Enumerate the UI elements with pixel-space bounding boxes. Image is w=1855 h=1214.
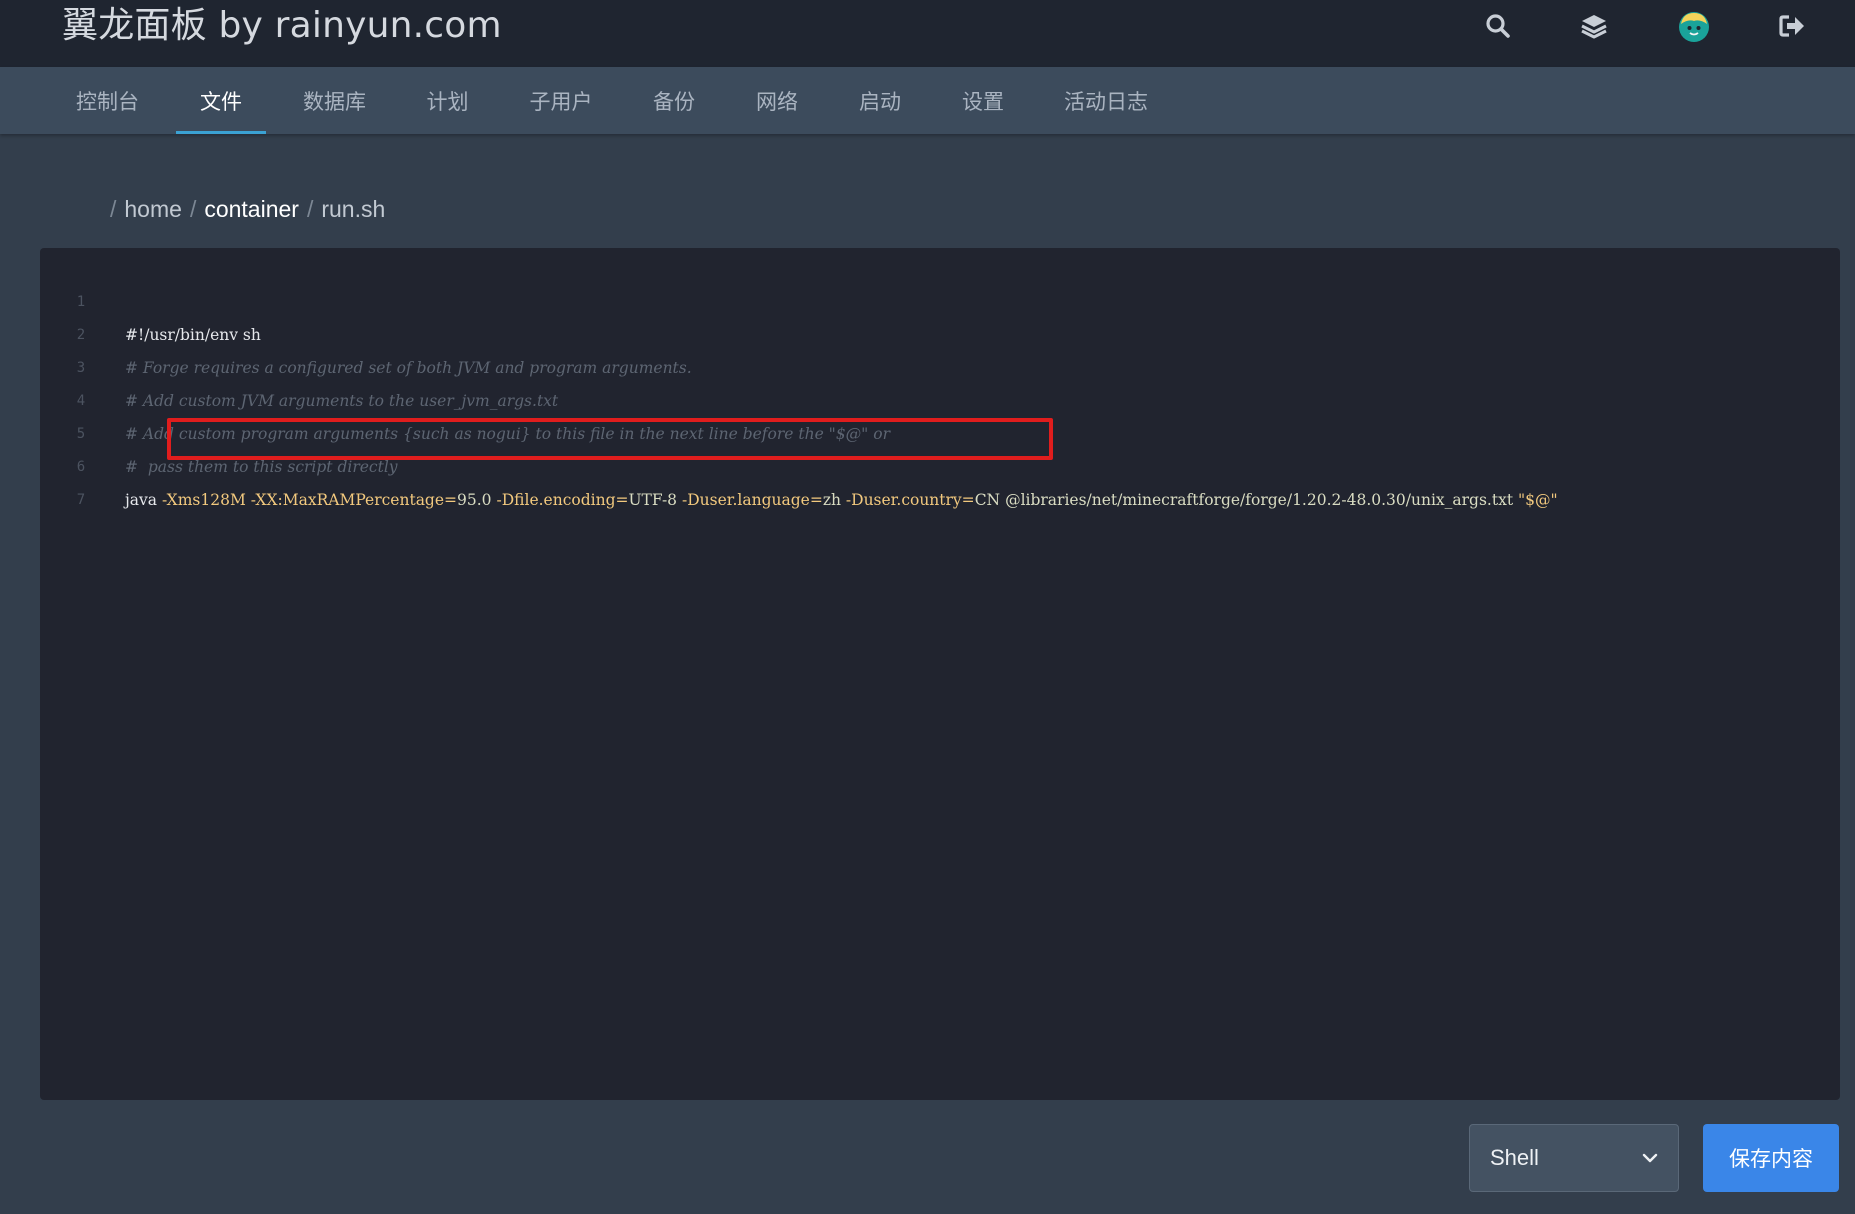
breadcrumb-file: run.sh: [321, 196, 386, 222]
country-flag: -Duser.country=: [845, 491, 975, 509]
encoding-value: UTF-8: [628, 491, 678, 509]
server-tab-nav: 控制台 文件 数据库 计划 子用户 备份 网络 启动 设置 活动日志: [0, 67, 1855, 134]
country-value: CN: [974, 491, 1001, 509]
top-header: 翼龙面板 by rainyun.com: [0, 0, 1855, 67]
tab-subusers[interactable]: 子用户: [515, 67, 607, 134]
breadcrumb-separator: /: [189, 196, 197, 222]
xms-flag: -Xms128M: [161, 491, 246, 509]
avatar[interactable]: [1677, 10, 1711, 44]
code-line[interactable]: 2 # Forge requires a configured set of b…: [40, 286, 1840, 377]
layers-icon[interactable]: [1578, 10, 1610, 42]
line-number: 7: [76, 492, 86, 508]
tab-activity-log[interactable]: 活动日志: [1050, 67, 1162, 134]
chevron-down-icon: [1642, 1153, 1658, 1163]
libraries-arg: @libraries/net/minecraftforge/forge/1.20…: [1005, 491, 1514, 509]
tab-files[interactable]: 文件: [176, 67, 266, 134]
search-icon[interactable]: [1482, 10, 1514, 42]
language-flag: -Duser.language=: [681, 491, 823, 509]
breadcrumb-container[interactable]: container: [204, 191, 299, 227]
encoding-flag: -Dfile.encoding=: [496, 491, 629, 509]
args-string: "$@": [1518, 491, 1558, 509]
code-editor[interactable]: 1 #!/usr/bin/env sh 2 # Forge requires a…: [40, 248, 1840, 1100]
code-line[interactable]: 5 # pass them to this script directly: [40, 385, 1840, 476]
java-command: java: [125, 491, 158, 509]
breadcrumb: / home / container / run.sh: [110, 191, 393, 227]
breadcrumb-home[interactable]: home: [124, 191, 182, 227]
breadcrumb-separator: /: [110, 196, 117, 222]
line-text[interactable]: java -Xms128M -XX:MaxRAMPercentage=95.0 …: [125, 484, 1558, 517]
tab-schedules[interactable]: 计划: [410, 67, 485, 134]
language-select-value: Shell: [1490, 1145, 1539, 1170]
code-line[interactable]: 7: [40, 451, 1840, 508]
code-line[interactable]: 3 # Add custom JVM arguments to the user…: [40, 319, 1840, 410]
tab-startup[interactable]: 启动: [841, 67, 919, 134]
tab-network[interactable]: 网络: [738, 67, 816, 134]
code-line[interactable]: 4 # Add custom program arguments {such a…: [40, 352, 1840, 443]
save-content-button[interactable]: 保存内容: [1703, 1124, 1839, 1192]
logout-icon[interactable]: [1776, 10, 1808, 42]
language-value: zh: [822, 491, 841, 509]
language-select[interactable]: Shell: [1469, 1124, 1679, 1192]
xx-flag: -XX:MaxRAMPercentage=: [250, 491, 458, 509]
tab-databases[interactable]: 数据库: [292, 67, 377, 134]
brand-title[interactable]: 翼龙面板 by rainyun.com: [62, 4, 502, 48]
tab-console[interactable]: 控制台: [65, 67, 150, 134]
code-line[interactable]: 1 #!/usr/bin/env sh: [40, 253, 1840, 344]
breadcrumb-separator: /: [306, 196, 314, 222]
code-line[interactable]: 6 java -Xms128M -XX:MaxRAMPercentage=95.…: [40, 418, 1840, 509]
tab-settings[interactable]: 设置: [943, 67, 1023, 134]
xx-value: 95.0: [457, 491, 492, 509]
tab-backups[interactable]: 备份: [635, 67, 713, 134]
